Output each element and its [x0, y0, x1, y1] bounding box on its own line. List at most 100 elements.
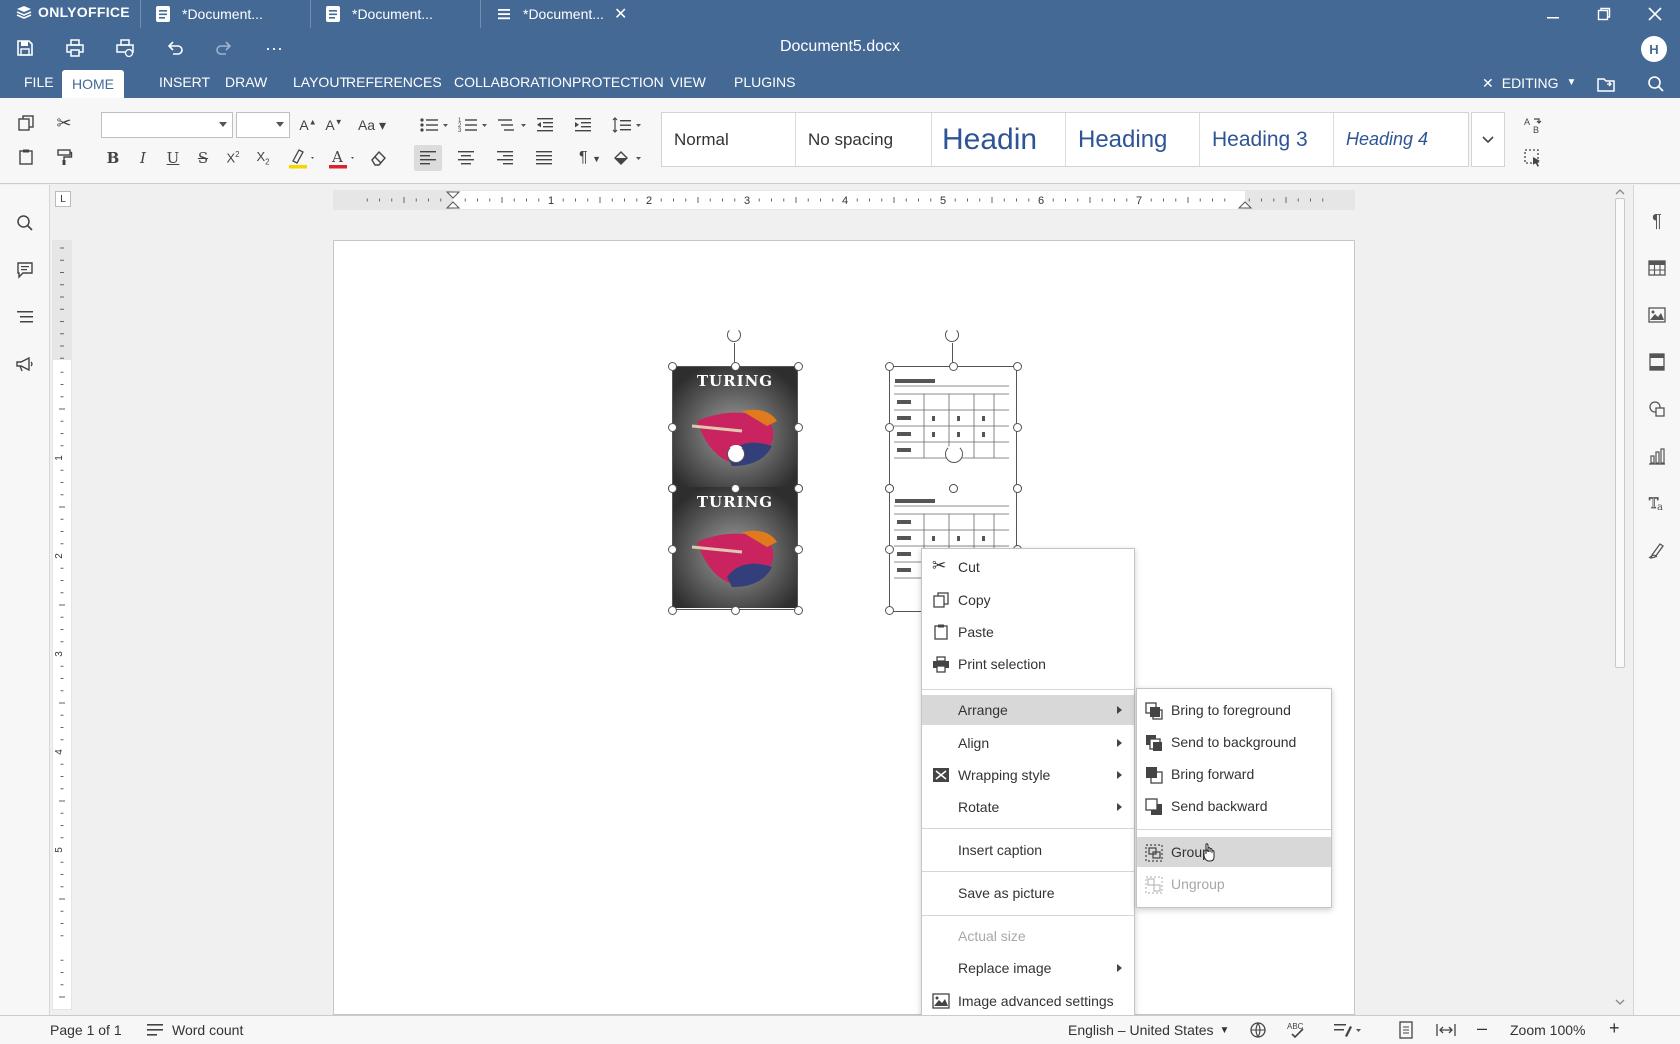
decrease-indent-button[interactable] — [531, 112, 559, 138]
style-no-spacing[interactable]: No spacing — [796, 113, 932, 166]
tab-stop-selector[interactable]: L — [55, 191, 71, 207]
undo-button[interactable] — [163, 36, 187, 60]
style-heading-3[interactable]: Heading 3 — [1200, 113, 1334, 166]
restore-button[interactable] — [1589, 2, 1619, 26]
menu-item-print-selection[interactable]: Print selection — [922, 649, 1134, 679]
menu-item-send-to-background[interactable]: Send to background — [1137, 727, 1331, 757]
multilevel-list-button[interactable] — [495, 112, 531, 138]
menu-references[interactable]: REFERENCES — [336, 68, 452, 98]
copy-style-button[interactable] — [50, 144, 78, 170]
increase-indent-button[interactable] — [569, 112, 597, 138]
resize-handle[interactable] — [884, 544, 894, 554]
redo-button[interactable] — [212, 36, 236, 60]
menu-insert[interactable]: INSERT — [149, 68, 220, 98]
vertical-ruler[interactable]: 1 2 3 4 5 — [52, 240, 72, 1010]
menu-view[interactable]: VIEW — [660, 68, 716, 98]
resize-handle[interactable] — [667, 422, 677, 432]
resize-handle[interactable] — [793, 361, 803, 371]
document-tab-3-active[interactable]: *Document... ✕ — [481, 0, 651, 28]
justify-button[interactable] — [530, 145, 558, 171]
language-selector[interactable]: English – United States ▼ — [1068, 1022, 1229, 1038]
close-window-button[interactable] — [1640, 2, 1670, 26]
text-art-settings-button[interactable]: Ta — [1644, 490, 1670, 516]
resize-handle[interactable] — [884, 422, 894, 432]
bold-button[interactable]: B — [99, 145, 127, 171]
scrollbar-thumb[interactable] — [1615, 198, 1625, 668]
change-case-button[interactable]: Aa ▾ — [354, 112, 390, 138]
signature-settings-button[interactable] — [1644, 537, 1670, 563]
align-right-button[interactable] — [491, 145, 519, 171]
rotate-handle-icon[interactable] — [945, 445, 963, 463]
spell-check-button[interactable]: ABC — [1286, 1020, 1308, 1043]
style-heading-1[interactable]: Headin — [932, 113, 1066, 166]
font-color-button[interactable]: A — [324, 145, 360, 171]
resize-handle[interactable] — [884, 361, 894, 371]
menu-home[interactable]: HOME — [62, 70, 124, 98]
numbering-button[interactable]: 123 — [456, 112, 492, 138]
menu-protection[interactable]: PROTECTION — [562, 68, 674, 98]
resize-handle[interactable] — [667, 544, 677, 554]
paste-button[interactable] — [12, 144, 40, 170]
open-file-location-button[interactable] — [1594, 72, 1618, 96]
resize-handle[interactable] — [793, 422, 803, 432]
menu-item-copy[interactable]: Copy — [922, 585, 1134, 615]
resize-handle[interactable] — [1012, 483, 1022, 493]
resize-handle[interactable] — [730, 483, 740, 493]
font-name-combo[interactable] — [101, 112, 233, 138]
save-button[interactable] — [13, 36, 37, 60]
page-indicator[interactable]: Page 1 of 1 — [50, 1022, 122, 1038]
menu-item-insert-caption[interactable]: Insert caption — [922, 835, 1134, 865]
header-footer-settings-button[interactable] — [1644, 349, 1670, 375]
resize-handle[interactable] — [948, 361, 958, 371]
shading-button[interactable] — [610, 145, 646, 171]
resize-handle[interactable] — [948, 483, 958, 493]
menu-item-cut[interactable]: ✂ Cut — [922, 552, 1134, 582]
menu-item-paste[interactable]: Paste — [922, 617, 1134, 647]
font-size-combo[interactable] — [236, 112, 290, 138]
line-spacing-button[interactable] — [610, 112, 646, 138]
nonprinting-characters-button[interactable]: ¶ ▼ — [573, 145, 607, 171]
minimize-button[interactable] — [1538, 2, 1568, 26]
align-left-button[interactable] — [414, 145, 442, 171]
resize-handle[interactable] — [1012, 361, 1022, 371]
resize-handle[interactable] — [884, 483, 894, 493]
menu-item-bring-to-foreground[interactable]: Bring to foreground — [1137, 695, 1331, 725]
zoom-in-button[interactable]: + — [1609, 1018, 1620, 1039]
zoom-level[interactable]: Zoom 100% — [1510, 1022, 1585, 1038]
italic-button[interactable]: I — [129, 145, 157, 171]
horizontal-ruler[interactable]: 1 2 3 4 5 6 7 — [333, 190, 1355, 210]
resize-handle[interactable] — [730, 605, 740, 615]
decrease-font-button[interactable]: A▼ — [320, 112, 348, 138]
align-center-button[interactable] — [452, 145, 480, 171]
underline-button[interactable]: U — [159, 145, 187, 171]
menu-item-group[interactable]: Group — [1137, 837, 1331, 867]
style-heading-4[interactable]: Heading 4 — [1334, 113, 1468, 166]
rotate-handle-icon[interactable] — [727, 445, 745, 463]
clear-style-button[interactable] — [364, 145, 392, 171]
styles-expand-button[interactable] — [1471, 112, 1505, 167]
menu-item-image-advanced-settings[interactable]: Image advanced settings — [922, 986, 1134, 1016]
strikethrough-button[interactable]: S — [189, 145, 217, 171]
menu-item-save-as-picture[interactable]: Save as picture — [922, 878, 1134, 908]
resize-handle[interactable] — [884, 605, 894, 615]
fit-width-button[interactable] — [1436, 1021, 1456, 1042]
comments-button[interactable] — [12, 257, 38, 283]
superscript-button[interactable]: X2 — [219, 145, 247, 171]
menu-draw[interactable]: DRAW — [215, 68, 277, 98]
cut-button[interactable]: ✂ — [50, 110, 78, 136]
rotate-handle-icon[interactable] — [727, 328, 741, 342]
user-avatar[interactable]: H — [1641, 36, 1667, 62]
document-tab-2[interactable]: *Document... — [310, 0, 480, 28]
resize-handle[interactable] — [793, 544, 803, 554]
menu-item-rotate[interactable]: Rotate — [922, 792, 1134, 822]
increase-font-button[interactable]: A▲ — [294, 112, 322, 138]
more-options-button[interactable]: ··· — [262, 36, 286, 60]
image-settings-button[interactable] — [1644, 302, 1670, 328]
menu-plugins[interactable]: PLUGINS — [724, 68, 805, 98]
subscript-button[interactable]: X2 — [249, 145, 277, 171]
style-heading-2[interactable]: Heading — [1066, 113, 1200, 166]
menu-item-align[interactable]: Align — [922, 728, 1134, 758]
resize-handle[interactable] — [667, 361, 677, 371]
table-settings-button[interactable] — [1644, 255, 1670, 281]
paragraph-settings-button[interactable]: ¶ — [1644, 208, 1670, 234]
